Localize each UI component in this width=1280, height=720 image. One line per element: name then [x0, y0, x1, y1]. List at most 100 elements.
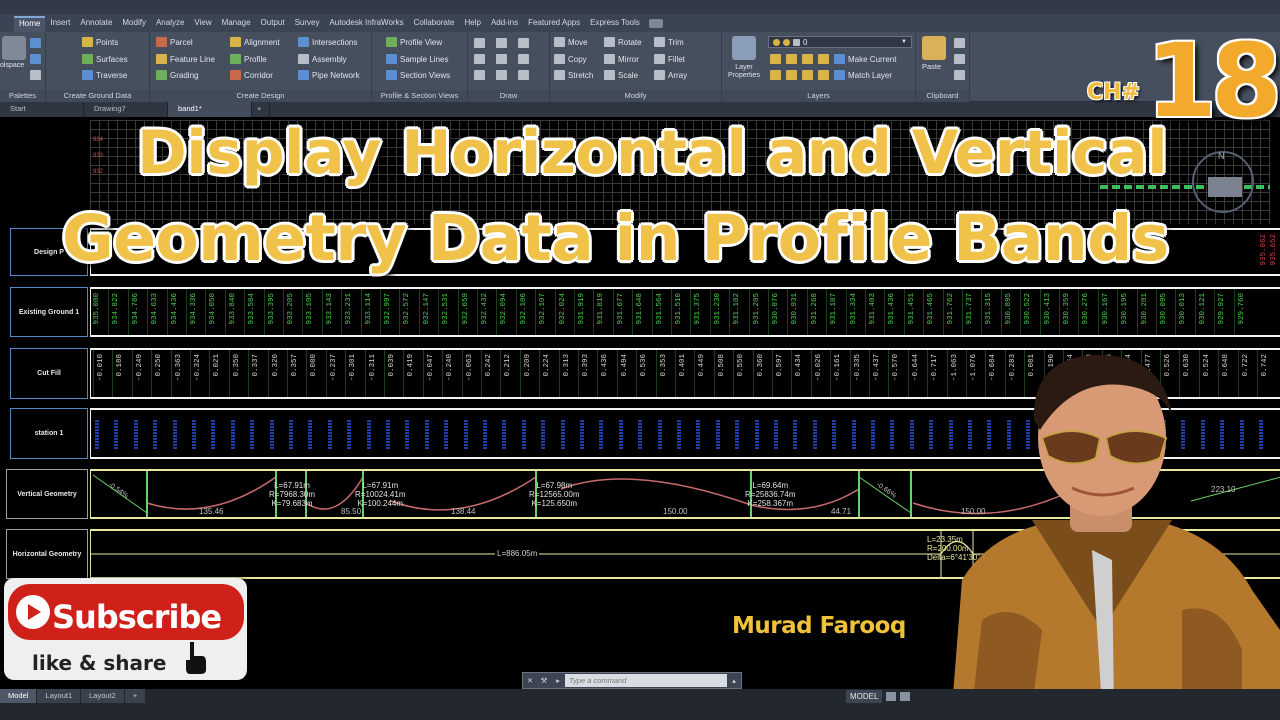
- circle-icon[interactable]: [474, 54, 485, 64]
- layout-tab-model[interactable]: Model: [0, 689, 38, 703]
- viewcube-icon[interactable]: [1208, 177, 1242, 197]
- new-tab-button[interactable]: +: [252, 102, 270, 117]
- hatch-icon[interactable]: [518, 54, 529, 64]
- clipboard-title[interactable]: Clipboard: [916, 90, 969, 102]
- assembly-button[interactable]: Assembly: [298, 54, 347, 64]
- move-button[interactable]: Move: [554, 37, 588, 47]
- match-layer-button[interactable]: Match Layer: [834, 70, 892, 80]
- tab-survey[interactable]: Survey: [290, 16, 325, 32]
- layer-tool-icon[interactable]: [786, 70, 797, 80]
- grid-icon[interactable]: [886, 692, 896, 701]
- spline-icon[interactable]: [474, 70, 485, 80]
- tab-autodesk-infraworks[interactable]: Autodesk InfraWorks: [324, 16, 408, 32]
- line-icon[interactable]: [474, 38, 485, 48]
- paste-icon[interactable]: [922, 36, 946, 60]
- command-input[interactable]: [565, 674, 727, 687]
- file-tab-drawing7[interactable]: Drawing7: [84, 102, 168, 117]
- layer-tool-icon[interactable]: [786, 54, 797, 64]
- trim-button[interactable]: Trim: [654, 37, 684, 47]
- profile-view-button[interactable]: Profile View: [386, 37, 442, 47]
- file-tab-band1[interactable]: band1*: [168, 102, 252, 117]
- subscribe-badge[interactable]: Subscribe like & share: [4, 578, 247, 680]
- tab-annotate[interactable]: Annotate: [75, 16, 117, 32]
- layers-title[interactable]: Layers: [722, 90, 915, 102]
- surfaces-button[interactable]: Surfaces: [82, 54, 128, 64]
- tab-modify[interactable]: Modify: [117, 16, 151, 32]
- ellipse-icon[interactable]: [496, 70, 507, 80]
- rectangle-icon[interactable]: [496, 54, 507, 64]
- ribbon-options-icon[interactable]: [648, 19, 663, 28]
- layer-tool-icon[interactable]: [802, 54, 813, 64]
- match-properties-icon[interactable]: [954, 70, 965, 80]
- grading-button[interactable]: Grading: [156, 70, 198, 80]
- stretch-button[interactable]: Stretch: [554, 70, 593, 80]
- layer-tool-icon[interactable]: [802, 70, 813, 80]
- layer-tool-icon[interactable]: [770, 54, 781, 64]
- sample-lines-button[interactable]: Sample Lines: [386, 54, 448, 64]
- tab-insert[interactable]: Insert: [45, 16, 75, 32]
- model-space-button[interactable]: MODEL: [846, 690, 883, 703]
- wrench-icon[interactable]: ⚒: [537, 676, 551, 685]
- chevron-up-icon[interactable]: ▴: [727, 676, 741, 685]
- layers-panel: Layer Properties 0 ▼ Make Current Match …: [722, 32, 916, 102]
- points-button[interactable]: Points: [82, 37, 118, 47]
- layout-tab-layout2[interactable]: Layout2: [81, 689, 125, 703]
- pipe-network-button[interactable]: Pipe Network: [298, 70, 360, 80]
- subscribe-pill[interactable]: Subscribe: [8, 584, 244, 640]
- mirror-button[interactable]: Mirror: [604, 54, 639, 64]
- traverse-button[interactable]: Traverse: [82, 70, 127, 80]
- tab-view[interactable]: View: [189, 16, 216, 32]
- tab-featured-apps[interactable]: Featured Apps: [523, 16, 585, 32]
- region-icon[interactable]: [518, 70, 529, 80]
- intersections-button[interactable]: Intersections: [298, 37, 357, 47]
- polyline-icon[interactable]: [496, 38, 507, 48]
- copy-clip-icon[interactable]: [954, 54, 965, 64]
- feature-line-button[interactable]: Feature Line: [156, 54, 215, 64]
- tab-manage[interactable]: Manage: [217, 16, 256, 32]
- arc-icon[interactable]: [518, 38, 529, 48]
- copy-button[interactable]: Copy: [554, 54, 587, 64]
- alignment-button[interactable]: Alignment: [230, 37, 280, 47]
- layer-tool-icon[interactable]: [770, 70, 781, 80]
- layer-properties-button[interactable]: Layer Properties: [726, 64, 762, 80]
- snap-icon[interactable]: [900, 692, 910, 701]
- create-ground-data-title[interactable]: Create Ground Data: [46, 90, 149, 102]
- tab-output[interactable]: Output: [256, 16, 290, 32]
- paste-button[interactable]: Paste: [922, 62, 941, 71]
- file-tab-start[interactable]: Start: [0, 102, 84, 117]
- layer-dropdown[interactable]: 0 ▼: [768, 36, 912, 48]
- station-marker: [677, 420, 681, 450]
- tab-analyze[interactable]: Analyze: [151, 16, 189, 32]
- rotate-button[interactable]: Rotate: [604, 37, 642, 47]
- cut-icon[interactable]: [954, 38, 965, 48]
- palettes-title[interactable]: Palettes: [0, 90, 45, 102]
- fillet-button[interactable]: Fillet: [654, 54, 685, 64]
- tab-help[interactable]: Help: [460, 16, 486, 32]
- tab-home[interactable]: Home: [14, 16, 46, 32]
- draw-title[interactable]: Draw: [468, 90, 549, 102]
- palette-icon[interactable]: [30, 54, 41, 64]
- tool-space-icon[interactable]: [2, 36, 26, 60]
- palette-icon[interactable]: [30, 38, 41, 48]
- layer-tool-icon[interactable]: [818, 70, 829, 80]
- create-design-title[interactable]: Create Design: [150, 90, 371, 102]
- layer-properties-icon[interactable]: [732, 36, 756, 60]
- command-history-icon[interactable]: ▸: [551, 676, 565, 685]
- tab-express-tools[interactable]: Express Tools: [585, 16, 645, 32]
- add-layout-button[interactable]: +: [124, 689, 147, 703]
- tab-add-ins[interactable]: Add-ins: [486, 16, 523, 32]
- scale-button[interactable]: Scale: [604, 70, 638, 80]
- array-button[interactable]: Array: [654, 70, 687, 80]
- modify-title[interactable]: Modify: [550, 90, 721, 102]
- palette-icon[interactable]: [30, 70, 41, 80]
- profile-button[interactable]: Profile: [230, 54, 267, 64]
- section-views-button[interactable]: Section Views: [386, 70, 450, 80]
- parcel-button[interactable]: Parcel: [156, 37, 193, 47]
- close-icon[interactable]: ✕: [523, 676, 537, 685]
- profile-section-title[interactable]: Profile & Section Views: [372, 90, 467, 102]
- layer-tool-icon[interactable]: [818, 54, 829, 64]
- layout-tab-layout1[interactable]: Layout1: [37, 689, 82, 703]
- corridor-button[interactable]: Corridor: [230, 70, 273, 80]
- tab-collaborate[interactable]: Collaborate: [409, 16, 460, 32]
- make-current-button[interactable]: Make Current: [834, 54, 896, 64]
